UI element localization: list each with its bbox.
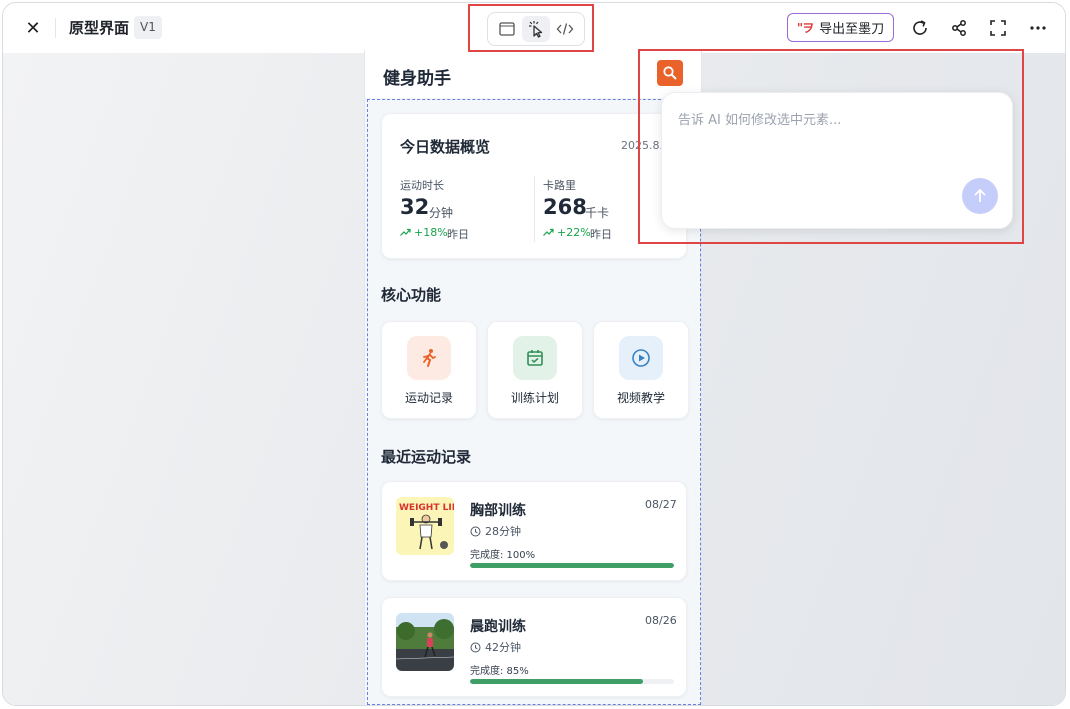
section-title-records: 最近运动记录 — [381, 448, 472, 466]
close-icon[interactable]: ✕ — [23, 18, 43, 39]
fullscreen-icon[interactable] — [987, 17, 1009, 39]
feature-training-plan[interactable]: 训练计划 — [487, 321, 583, 419]
refresh-icon[interactable] — [909, 17, 931, 39]
thumb-text: WEIGHT LIFT — [399, 503, 454, 513]
feature-label: 视频教学 — [616, 391, 665, 405]
stat-divider — [534, 176, 535, 242]
modao-logo-icon: "ヲ — [796, 21, 814, 35]
stat-unit-calories: 千卡 — [585, 206, 610, 220]
stat-value-calories: 268 — [543, 195, 587, 219]
calendar-check-icon — [513, 336, 557, 380]
record-duration: 28分钟 — [470, 523, 521, 539]
stat-unit-duration: 分钟 — [429, 206, 454, 220]
version-badge[interactable]: V1 — [134, 16, 162, 39]
duration-text: 42分钟 — [485, 641, 521, 654]
workout-thumbnail: WEIGHT LIFT — [396, 497, 454, 555]
feature-exercise-log[interactable]: 运动记录 — [381, 321, 477, 419]
stat-label-calories: 卡路里 — [543, 179, 576, 192]
stat-trend-calories: +22% — [557, 226, 591, 239]
progress-label: 完成度: 85% — [470, 666, 529, 677]
more-icon[interactable] — [1027, 17, 1049, 39]
progress-fill — [470, 563, 674, 568]
running-icon — [407, 336, 451, 380]
record-date: 08/26 — [645, 614, 677, 627]
feature-label: 训练计划 — [510, 391, 559, 405]
clock-icon — [470, 642, 481, 652]
record-title: 晨跑训练 — [470, 619, 526, 635]
section-title-features: 核心功能 — [381, 286, 442, 304]
annotation-box-mode — [468, 4, 594, 52]
feature-video-tutorial[interactable]: 视频教学 — [593, 321, 689, 419]
stat-trend-duration: +18% — [414, 226, 448, 239]
overview-title: 今日数据概览 — [400, 138, 491, 156]
record-title: 胸部训练 — [470, 503, 526, 519]
annotation-box-ai-panel — [638, 49, 1024, 244]
progress-fill — [470, 679, 644, 684]
duration-text: 28分钟 — [485, 525, 521, 538]
progress-label: 完成度: 100% — [470, 550, 536, 561]
progress-bar — [470, 679, 674, 684]
record-card[interactable]: 晨跑训练 08/26 42分钟 完成度: 85% — [381, 597, 687, 697]
play-circle-icon — [619, 336, 663, 380]
toolbar-divider — [55, 18, 56, 38]
workout-thumbnail — [396, 613, 454, 671]
trend-up-icon — [400, 228, 411, 236]
progress-bar — [470, 563, 674, 568]
stat-trend-suffix: 昨日 — [447, 228, 469, 241]
clock-icon — [470, 526, 481, 536]
app-title: 健身助手 — [383, 69, 451, 89]
feature-label: 运动记录 — [404, 391, 453, 405]
export-to-modao-button[interactable]: "ヲ 导出至墨刀 — [787, 13, 894, 42]
export-label: 导出至墨刀 — [819, 22, 885, 37]
record-duration: 42分钟 — [470, 639, 521, 655]
record-card[interactable]: WEIGHT LIFT 胸部训练 08/27 28分钟 — [381, 481, 687, 581]
stat-label-duration: 运动时长 — [400, 179, 444, 192]
share-icon[interactable] — [948, 17, 970, 39]
stat-trend-suffix: 昨日 — [590, 228, 612, 241]
trend-up-icon — [543, 228, 554, 236]
record-date: 08/27 — [645, 498, 677, 511]
page-title: 原型界面 — [69, 19, 130, 37]
stat-value-duration: 32 — [400, 195, 430, 219]
